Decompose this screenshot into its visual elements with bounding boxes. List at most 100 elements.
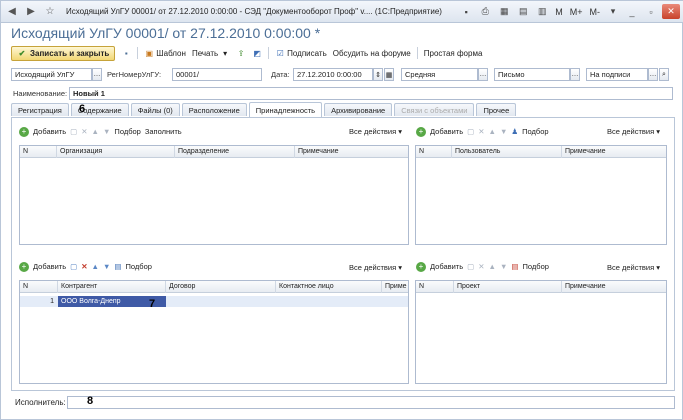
- column-header-contractor[interactable]: Контрагент: [58, 281, 166, 293]
- memory-minus-button[interactable]: M-: [588, 7, 603, 17]
- column-header-contact-person[interactable]: Контактное лицо: [276, 281, 382, 293]
- maximize-icon[interactable]: ▫: [643, 4, 659, 19]
- contractors-select-button[interactable]: Подбор: [126, 262, 152, 271]
- contact-person-cell[interactable]: [276, 296, 382, 307]
- users-select-button[interactable]: Подбор: [522, 127, 548, 136]
- state-select-button[interactable]: …: [648, 68, 658, 81]
- template-button[interactable]: ▣ Шаблон: [144, 48, 186, 58]
- save-disk-icon[interactable]: ▪: [458, 4, 474, 19]
- copy-icon[interactable]: ▢: [467, 262, 474, 271]
- delete-icon[interactable]: ✕: [478, 127, 484, 136]
- state-field[interactable]: На подписи: [586, 68, 648, 81]
- tab-archiving[interactable]: Архивирование: [324, 103, 393, 116]
- reg-number-label: РегНомерУлГУ:: [107, 70, 162, 79]
- kind-field[interactable]: Письмо: [494, 68, 570, 81]
- move-up-icon[interactable]: ▲: [489, 262, 496, 271]
- delete-icon[interactable]: ✕: [478, 262, 484, 271]
- back-icon[interactable]: ◀: [4, 4, 20, 20]
- tab-registration[interactable]: Регистрация: [11, 103, 69, 116]
- doc-type-select-button[interactable]: …: [92, 68, 102, 81]
- date-field[interactable]: 27.12.2010 0:00:00: [293, 68, 373, 81]
- column-header-n[interactable]: N: [416, 146, 452, 158]
- projects-add-button[interactable]: Добавить: [430, 262, 463, 271]
- move-up-icon[interactable]: ▲: [92, 262, 99, 271]
- contractors-add-button[interactable]: Добавить: [33, 262, 66, 271]
- copy-icon[interactable]: ▢: [70, 262, 77, 271]
- column-header-n[interactable]: N: [20, 281, 58, 293]
- move-down-icon[interactable]: ▼: [500, 127, 507, 136]
- tab-other[interactable]: Прочее: [476, 103, 517, 116]
- discuss-forum-button[interactable]: Обсудить на форуме: [333, 49, 411, 58]
- tab-object-links[interactable]: Связи с объектами: [394, 103, 475, 116]
- print-icon[interactable]: ⎙: [477, 4, 493, 19]
- column-header-n[interactable]: N: [416, 281, 454, 293]
- column-header-contract[interactable]: Договор: [166, 281, 276, 293]
- users-add-button[interactable]: Добавить: [430, 127, 463, 136]
- simple-form-button[interactable]: Простая форма: [424, 49, 483, 58]
- favorite-star-icon[interactable]: ☆: [42, 4, 58, 20]
- forward-icon[interactable]: ▶: [23, 4, 39, 20]
- contractors-table[interactable]: N Контрагент Договор Контактное лицо При…: [19, 280, 409, 384]
- save-icon[interactable]: ▪: [121, 48, 131, 58]
- save-and-close-button[interactable]: ✔ Записать и закрыть: [11, 45, 116, 61]
- copy-icon[interactable]: ▢: [467, 127, 474, 136]
- copy-icon[interactable]: ▢: [70, 127, 77, 136]
- calendar-picker-icon[interactable]: ▦: [384, 68, 394, 81]
- contractors-all-actions-menu[interactable]: Все действия ▾: [349, 263, 402, 272]
- column-header-organization[interactable]: Организация: [57, 146, 175, 158]
- reg-number-field[interactable]: 00001/: [172, 68, 262, 81]
- column-header-note[interactable]: Примечание: [295, 146, 408, 158]
- org-select-button[interactable]: Подбор: [114, 127, 140, 136]
- move-down-icon[interactable]: ▼: [103, 262, 110, 271]
- table-row[interactable]: 1 ООО Волга-Днепр: [20, 296, 408, 307]
- name-field[interactable]: Новый 1: [69, 87, 673, 100]
- org-all-actions-menu[interactable]: Все действия ▾: [349, 127, 402, 136]
- date-spin-button[interactable]: ⇕: [373, 68, 383, 81]
- kind-select-button[interactable]: …: [570, 68, 580, 81]
- calculator-icon[interactable]: ▤: [515, 4, 531, 19]
- tab-files[interactable]: Файлы (0): [130, 103, 180, 116]
- dropdown-icon[interactable]: ▾: [605, 4, 621, 19]
- column-header-project[interactable]: Проект: [454, 281, 562, 293]
- users-table[interactable]: N Пользователь Примечание: [415, 145, 667, 245]
- close-icon[interactable]: ✕: [662, 4, 680, 19]
- users-all-actions-menu[interactable]: Все действия ▾: [607, 127, 660, 136]
- save-check-icon: ✔: [18, 48, 26, 58]
- delete-icon[interactable]: ✕: [81, 262, 87, 271]
- projects-all-actions-menu[interactable]: Все действия ▾: [607, 263, 660, 272]
- projects-select-button[interactable]: Подбор: [523, 262, 549, 271]
- delete-icon[interactable]: ✕: [81, 127, 87, 136]
- column-header-subdivision[interactable]: Подразделение: [175, 146, 295, 158]
- memory-plus-button[interactable]: M+: [568, 7, 585, 17]
- minimize-icon[interactable]: _: [624, 4, 640, 19]
- move-up-icon[interactable]: ▲: [489, 127, 496, 136]
- export-icon[interactable]: ⇪: [236, 48, 246, 58]
- move-down-icon[interactable]: ▼: [103, 127, 110, 136]
- column-header-n[interactable]: N: [20, 146, 57, 158]
- importance-field[interactable]: Средняя: [401, 68, 478, 81]
- column-header-note[interactable]: Примечание: [562, 281, 666, 293]
- sign-button[interactable]: ☑ Подписать: [275, 48, 327, 58]
- tab-ownership[interactable]: Принадлежность: [248, 102, 323, 117]
- organizations-table[interactable]: N Организация Подразделение Примечание: [19, 145, 409, 245]
- column-header-note[interactable]: Примечание: [562, 146, 666, 158]
- contract-cell[interactable]: [166, 296, 276, 307]
- move-down-icon[interactable]: ▼: [500, 262, 507, 271]
- link-icon[interactable]: ◩: [252, 48, 262, 58]
- org-fill-button[interactable]: Заполнить: [145, 127, 182, 136]
- tab-location[interactable]: Расположение: [181, 103, 247, 116]
- state-search-icon[interactable]: ⌕: [659, 68, 669, 81]
- users-group-icon: ♟: [511, 127, 519, 136]
- doc-type-field[interactable]: Исходящий УлГУ: [11, 68, 92, 81]
- calendar-icon[interactable]: ▦: [496, 4, 512, 19]
- move-up-icon[interactable]: ▲: [92, 127, 99, 136]
- table-icon[interactable]: ▥: [534, 4, 550, 19]
- executor-field[interactable]: [67, 396, 675, 409]
- org-add-button[interactable]: Добавить: [33, 127, 66, 136]
- memory-m-button[interactable]: M: [553, 7, 565, 17]
- importance-select-button[interactable]: …: [478, 68, 488, 81]
- column-header-note[interactable]: Приме: [382, 281, 408, 293]
- column-header-user[interactable]: Пользователь: [452, 146, 562, 158]
- projects-table[interactable]: N Проект Примечание: [415, 280, 667, 384]
- print-menu-button[interactable]: Печать ▾: [192, 48, 230, 58]
